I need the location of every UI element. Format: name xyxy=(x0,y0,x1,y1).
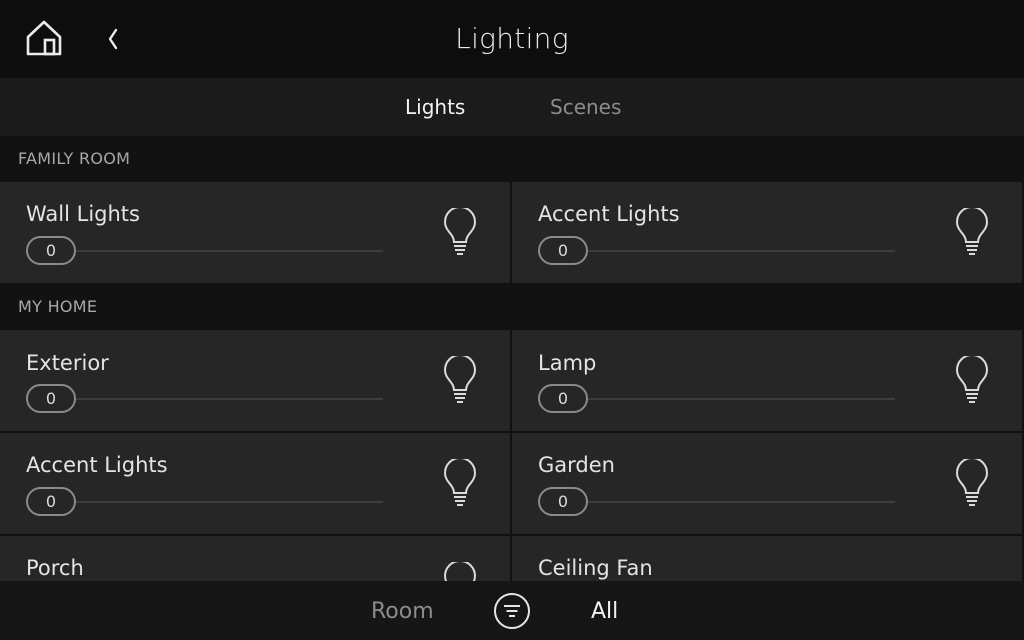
tile-name: Lamp xyxy=(538,351,597,375)
light-tile-lamp[interactable]: Lamp 0 xyxy=(512,330,1022,431)
room-filter-button[interactable]: Room xyxy=(371,599,434,624)
section-header-family-room: FAMILY ROOM xyxy=(0,136,1024,181)
level-slider[interactable] xyxy=(588,501,895,503)
lightbulb-icon[interactable] xyxy=(440,459,480,509)
level-slider[interactable] xyxy=(76,501,383,503)
lightbulb-icon[interactable] xyxy=(440,208,480,258)
section-title: MY HOME xyxy=(18,297,98,316)
level-slider[interactable] xyxy=(76,398,383,400)
light-tile-exterior[interactable]: Exterior 0 xyxy=(0,330,510,431)
level-slider[interactable] xyxy=(588,398,895,400)
level-slider[interactable] xyxy=(76,250,383,252)
tile-name: Porch xyxy=(26,556,84,580)
tile-name: Ceiling Fan xyxy=(538,556,653,580)
level-slider[interactable] xyxy=(588,250,895,252)
tile-name: Exterior xyxy=(26,351,109,375)
lightbulb-icon[interactable] xyxy=(440,356,480,406)
light-tile-garden[interactable]: Garden 0 xyxy=(512,433,1022,534)
level-indicator[interactable]: 0 xyxy=(538,236,588,265)
tile-name: Garden xyxy=(538,453,615,477)
section-header-my-home: MY HOME xyxy=(0,284,1024,329)
level-indicator[interactable]: 0 xyxy=(538,487,588,516)
lightbulb-icon[interactable] xyxy=(952,459,992,509)
tab-lights[interactable]: Lights xyxy=(405,95,465,119)
light-tile-accent-lights[interactable]: Accent Lights 0 xyxy=(512,182,1022,283)
level-indicator[interactable]: 0 xyxy=(26,487,76,516)
tile-name: Accent Lights xyxy=(538,202,680,226)
lightbulb-icon[interactable] xyxy=(952,208,992,258)
bottom-bar: Room All xyxy=(0,581,1024,640)
section-title: FAMILY ROOM xyxy=(18,149,131,168)
page-title: Lighting xyxy=(455,22,569,55)
level-indicator[interactable]: 0 xyxy=(26,384,76,413)
all-filter-button[interactable]: All xyxy=(591,599,618,624)
filter-icon[interactable] xyxy=(493,592,531,630)
level-indicator[interactable]: 0 xyxy=(26,236,76,265)
lightbulb-icon[interactable] xyxy=(952,356,992,406)
tab-scenes[interactable]: Scenes xyxy=(550,95,621,119)
tile-name: Wall Lights xyxy=(26,202,140,226)
light-tile-accent-lights[interactable]: Accent Lights 0 xyxy=(0,433,510,534)
tab-bar: Lights Scenes xyxy=(0,78,1024,136)
tile-name: Accent Lights xyxy=(26,453,168,477)
light-tile-wall-lights[interactable]: Wall Lights 0 xyxy=(0,182,510,283)
top-bar: Lighting xyxy=(0,0,1024,78)
level-indicator[interactable]: 0 xyxy=(538,384,588,413)
